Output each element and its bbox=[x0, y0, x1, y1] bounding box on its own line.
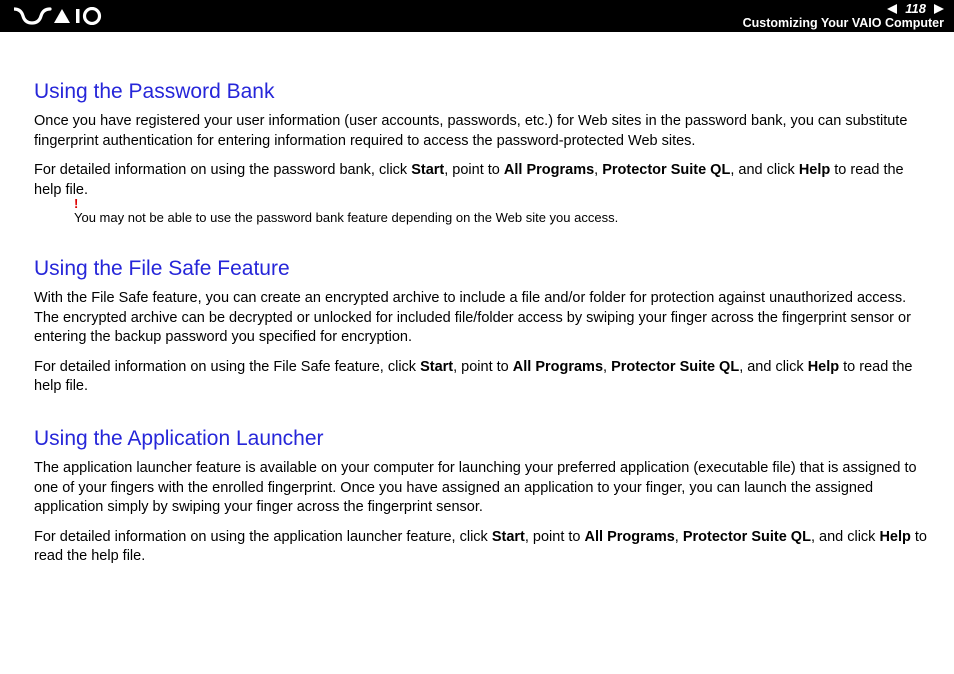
note-block: ! You may not be able to use the passwor… bbox=[34, 210, 928, 227]
file-safe-p1: With the File Safe feature, you can crea… bbox=[34, 289, 928, 348]
bold-all-programs: All Programs bbox=[585, 529, 675, 545]
vaio-logo-svg bbox=[14, 7, 102, 25]
pw-bank-p1: Once you have registered your user infor… bbox=[34, 112, 928, 151]
header-right: 118 Customizing Your VAIO Computer bbox=[743, 2, 944, 30]
page-nav: 118 bbox=[887, 2, 944, 15]
page-number: 118 bbox=[905, 2, 926, 15]
bold-start: Start bbox=[492, 529, 525, 545]
bold-suite: Protector Suite QL bbox=[602, 162, 730, 178]
text-fragment: , and click bbox=[730, 162, 799, 178]
text-fragment: , point to bbox=[444, 162, 504, 178]
app-launcher-p1: The application launcher feature is avai… bbox=[34, 459, 928, 518]
bold-help: Help bbox=[808, 359, 839, 375]
text-fragment: For detailed information on using the Fi… bbox=[34, 359, 420, 375]
file-safe-p2: For detailed information on using the Fi… bbox=[34, 358, 928, 397]
text-fragment: , bbox=[603, 359, 611, 375]
text-fragment: , and click bbox=[811, 529, 880, 545]
text-fragment: , point to bbox=[525, 529, 585, 545]
pw-bank-p2: For detailed information on using the pa… bbox=[34, 161, 928, 200]
section-title-password-bank: Using the Password Bank bbox=[34, 80, 928, 104]
vaio-logo bbox=[14, 7, 102, 25]
section-title-app-launcher: Using the Application Launcher bbox=[34, 427, 928, 451]
bold-suite: Protector Suite QL bbox=[683, 529, 811, 545]
text-fragment: For detailed information on using the ap… bbox=[34, 529, 492, 545]
text-fragment: For detailed information on using the pa… bbox=[34, 162, 411, 178]
content-area: Using the Password Bank Once you have re… bbox=[0, 32, 954, 567]
note-text: You may not be able to use the password … bbox=[74, 210, 928, 227]
bold-suite: Protector Suite QL bbox=[611, 359, 739, 375]
bold-help: Help bbox=[879, 529, 910, 545]
next-page-arrow-icon[interactable] bbox=[934, 4, 944, 14]
note-exclaim-icon: ! bbox=[74, 196, 78, 211]
text-fragment: , and click bbox=[739, 359, 808, 375]
app-launcher-p2: For detailed information on using the ap… bbox=[34, 528, 928, 567]
bold-start: Start bbox=[411, 162, 444, 178]
text-fragment: , bbox=[594, 162, 602, 178]
text-fragment: , point to bbox=[453, 359, 513, 375]
header-bar: 118 Customizing Your VAIO Computer bbox=[0, 1, 954, 31]
bold-help: Help bbox=[799, 162, 830, 178]
prev-page-arrow-icon[interactable] bbox=[887, 4, 897, 14]
section-title-file-safe: Using the File Safe Feature bbox=[34, 257, 928, 281]
header-subtitle: Customizing Your VAIO Computer bbox=[743, 17, 944, 30]
document-page: 118 Customizing Your VAIO Computer Using… bbox=[0, 0, 954, 674]
bold-start: Start bbox=[420, 359, 453, 375]
bold-all-programs: All Programs bbox=[504, 162, 594, 178]
bold-all-programs: All Programs bbox=[513, 359, 603, 375]
text-fragment: , bbox=[675, 529, 683, 545]
